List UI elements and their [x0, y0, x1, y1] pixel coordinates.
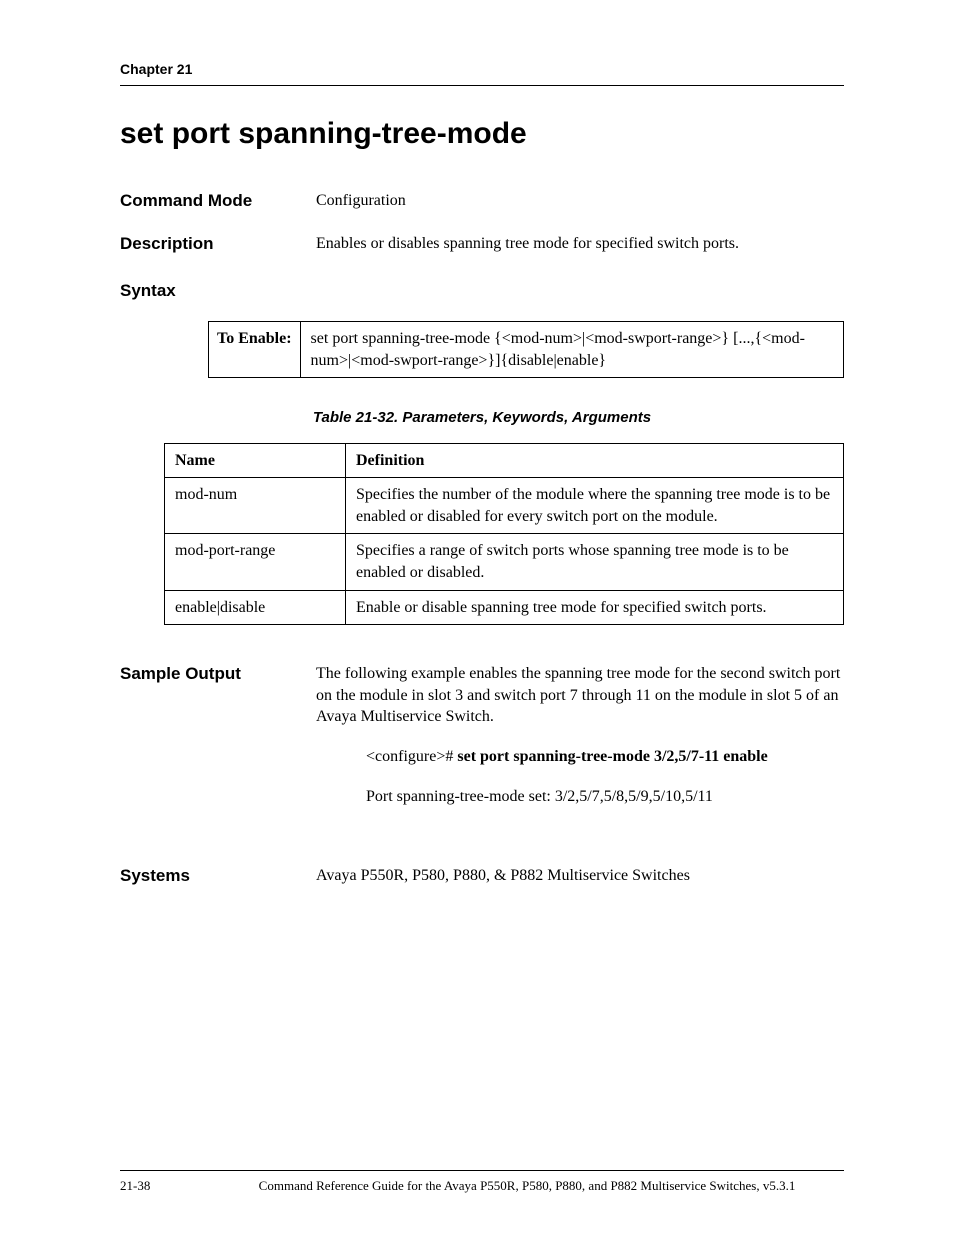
- footer-text: Command Reference Guide for the Avaya P5…: [210, 1177, 844, 1195]
- command-mode-value: Configuration: [316, 190, 844, 212]
- systems-row: Systems Avaya P550R, P580, P880, & P882 …: [120, 865, 844, 888]
- description-label: Description: [120, 233, 316, 256]
- syntax-box: To Enable: set port spanning-tree-mode {…: [208, 321, 844, 378]
- chapter-header: Chapter 21: [120, 60, 844, 79]
- footer-page-number: 21-38: [120, 1177, 210, 1195]
- param-name: mod-num: [165, 478, 346, 534]
- th-name: Name: [165, 443, 346, 478]
- sample-output-body: The following example enables the spanni…: [316, 663, 844, 825]
- systems-value: Avaya P550R, P580, P880, & P882 Multiser…: [316, 865, 844, 887]
- description-value: Enables or disables spanning tree mode f…: [316, 233, 844, 255]
- sample-output-intro: The following example enables the spanni…: [316, 663, 844, 728]
- th-definition: Definition: [346, 443, 844, 478]
- param-name: mod-port-range: [165, 534, 346, 590]
- sample-output-row: Sample Output The following example enab…: [120, 663, 844, 825]
- description-row: Description Enables or disables spanning…: [120, 233, 844, 256]
- header-rule: [120, 85, 844, 86]
- sample-output-command-block: <configure># set port spanning-tree-mode…: [366, 746, 844, 768]
- systems-label: Systems: [120, 865, 316, 888]
- syntax-heading: Syntax: [120, 280, 844, 303]
- page-title: set port spanning-tree-mode: [120, 114, 844, 155]
- table-row: enable|disable Enable or disable spannin…: [165, 590, 844, 625]
- param-name: enable|disable: [165, 590, 346, 625]
- syntax-text: set port spanning-tree-mode {<mod-num>|<…: [301, 322, 843, 377]
- table-row: mod-num Specifies the number of the modu…: [165, 478, 844, 534]
- syntax-row-label: To Enable:: [209, 322, 301, 377]
- sample-output-label: Sample Output: [120, 663, 316, 686]
- command-mode-row: Command Mode Configuration: [120, 190, 844, 213]
- page-footer: 21-38 Command Reference Guide for the Av…: [120, 1170, 844, 1195]
- sample-output-result: Port spanning-tree-mode set: 3/2,5/7,5/8…: [366, 786, 844, 808]
- command-mode-label: Command Mode: [120, 190, 316, 213]
- param-definition: Specifies a range of switch ports whose …: [346, 534, 844, 590]
- table-caption: Table 21-32. Parameters, Keywords, Argum…: [120, 408, 844, 428]
- table-row: mod-port-range Specifies a range of swit…: [165, 534, 844, 590]
- sample-output-prompt: <configure>#: [366, 748, 457, 765]
- table-header-row: Name Definition: [165, 443, 844, 478]
- param-definition: Specifies the number of the module where…: [346, 478, 844, 534]
- param-definition: Enable or disable spanning tree mode for…: [346, 590, 844, 625]
- sample-output-command: set port spanning-tree-mode 3/2,5/7-11 e…: [457, 748, 767, 765]
- params-table: Name Definition mod-num Specifies the nu…: [164, 443, 844, 626]
